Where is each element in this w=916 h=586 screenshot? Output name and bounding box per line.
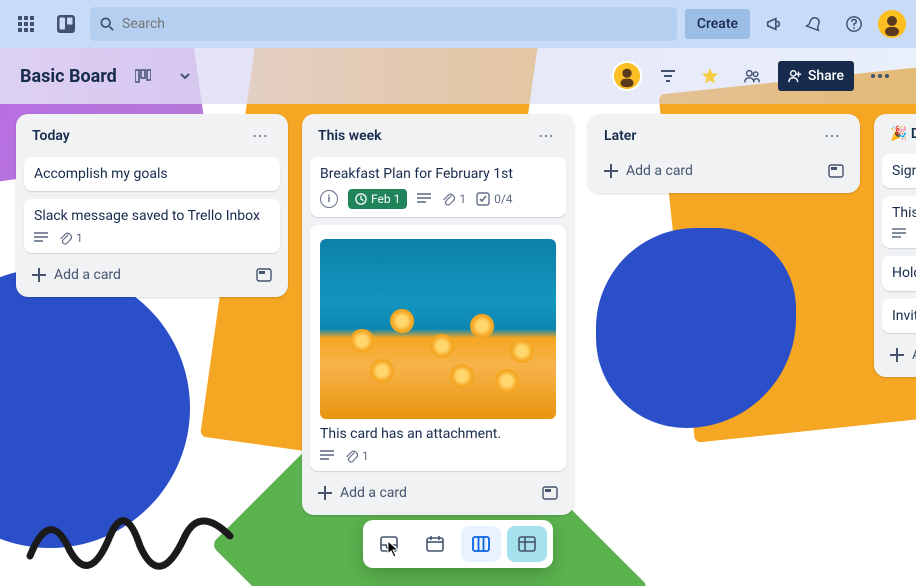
user-avatar[interactable] (878, 10, 906, 38)
card[interactable]: Slack message saved to Trello Inbox 1 (24, 199, 280, 253)
card-title: Slack message saved to Trello Inbox (34, 207, 270, 225)
members-icon[interactable] (736, 60, 768, 92)
help-icon[interactable] (838, 8, 870, 40)
apps-icon[interactable] (10, 8, 42, 40)
trello-logo-icon[interactable] (50, 8, 82, 40)
megaphone-icon[interactable] (758, 8, 790, 40)
attachment-badge: 1 (441, 192, 466, 206)
board-view-switch-icon[interactable] (127, 60, 159, 92)
list-menu-icon[interactable]: ⋯ (534, 126, 558, 145)
card[interactable]: Invite by se of the (882, 299, 916, 333)
board-menu-icon[interactable] (864, 60, 896, 92)
top-nav: Create (0, 0, 916, 48)
search-box[interactable] (90, 7, 677, 41)
list-title[interactable]: This week (318, 128, 382, 144)
list-do: 🎉 Do Signe This card Hold anoth Invite b… (874, 114, 916, 377)
list-this-week: This week ⋯ Breakfast Plan for February … (302, 114, 574, 515)
checklist-icon (476, 192, 490, 206)
view-switcher (363, 520, 553, 568)
template-icon[interactable] (828, 164, 844, 178)
checklist-badge: 0/4 (476, 192, 512, 206)
add-card-button[interactable]: Add a card (310, 479, 566, 507)
info-icon: i (320, 190, 338, 208)
list-today: Today ⋯ Accomplish my goals Slack messag… (16, 114, 288, 297)
add-user-icon (788, 69, 802, 83)
create-button[interactable]: Create (685, 9, 750, 39)
list-title[interactable]: Later (604, 128, 636, 144)
card-title: Hold anoth (892, 264, 916, 282)
board-member-avatar[interactable] (612, 61, 642, 91)
attachment-badge: 1 (344, 449, 369, 463)
attachment-badge: 1 (58, 231, 83, 245)
card[interactable]: Breakfast Plan for February 1st i Feb 1 … (310, 157, 566, 217)
description-icon (892, 228, 906, 240)
card[interactable]: Hold anoth (882, 256, 916, 290)
share-button[interactable]: Share (778, 61, 854, 91)
list-later: Later ⋯ Add a card (588, 114, 860, 193)
add-card-button[interactable]: Ac (882, 341, 916, 369)
template-icon[interactable] (256, 268, 272, 282)
card[interactable]: Accomplish my goals (24, 157, 280, 191)
card-title: Invite by se of the (892, 307, 916, 325)
due-date-badge: Feb 1 (348, 189, 407, 209)
card[interactable]: This card has an attachment. 1 (310, 225, 566, 471)
card-title: This card has an attachment. (320, 425, 556, 443)
template-icon[interactable] (542, 486, 558, 500)
paperclip-icon (58, 231, 72, 245)
card-title: Signe (892, 162, 916, 180)
star-icon[interactable] (694, 60, 726, 92)
board-title[interactable]: Basic Board (20, 66, 117, 87)
paperclip-icon (441, 192, 455, 206)
card[interactable]: This card (882, 196, 916, 248)
search-icon (100, 17, 114, 31)
board-header: Basic Board Share (0, 48, 916, 104)
search-input[interactable] (122, 16, 667, 32)
card-cover-image (320, 239, 556, 419)
card-title: This card (892, 204, 916, 222)
calendar-view-icon[interactable] (415, 526, 455, 562)
table-view-icon[interactable] (507, 526, 547, 562)
list-menu-icon[interactable]: ⋯ (820, 126, 844, 145)
description-icon (320, 450, 334, 462)
description-icon (34, 232, 48, 244)
card[interactable]: Signe (882, 154, 916, 188)
card-title: Breakfast Plan for February 1st (320, 165, 556, 183)
paperclip-icon (344, 449, 358, 463)
filter-icon[interactable] (652, 60, 684, 92)
board-canvas: Today ⋯ Accomplish my goals Slack messag… (0, 104, 916, 586)
list-title[interactable]: Today (32, 128, 70, 144)
description-icon (417, 193, 431, 205)
plus-icon (32, 268, 46, 282)
card-title: Accomplish my goals (34, 165, 270, 183)
plus-icon (604, 164, 618, 178)
notification-icon[interactable] (798, 8, 830, 40)
plus-icon (890, 348, 904, 362)
chevron-down-icon[interactable] (169, 60, 201, 92)
list-menu-icon[interactable]: ⋯ (248, 126, 272, 145)
board-view-icon[interactable] (461, 526, 501, 562)
clock-icon (355, 193, 367, 205)
add-card-button[interactable]: Add a card (24, 261, 280, 289)
cursor-icon (387, 540, 401, 558)
plus-icon (318, 486, 332, 500)
list-title[interactable]: 🎉 Do (890, 126, 916, 142)
add-card-button[interactable]: Add a card (596, 157, 852, 185)
